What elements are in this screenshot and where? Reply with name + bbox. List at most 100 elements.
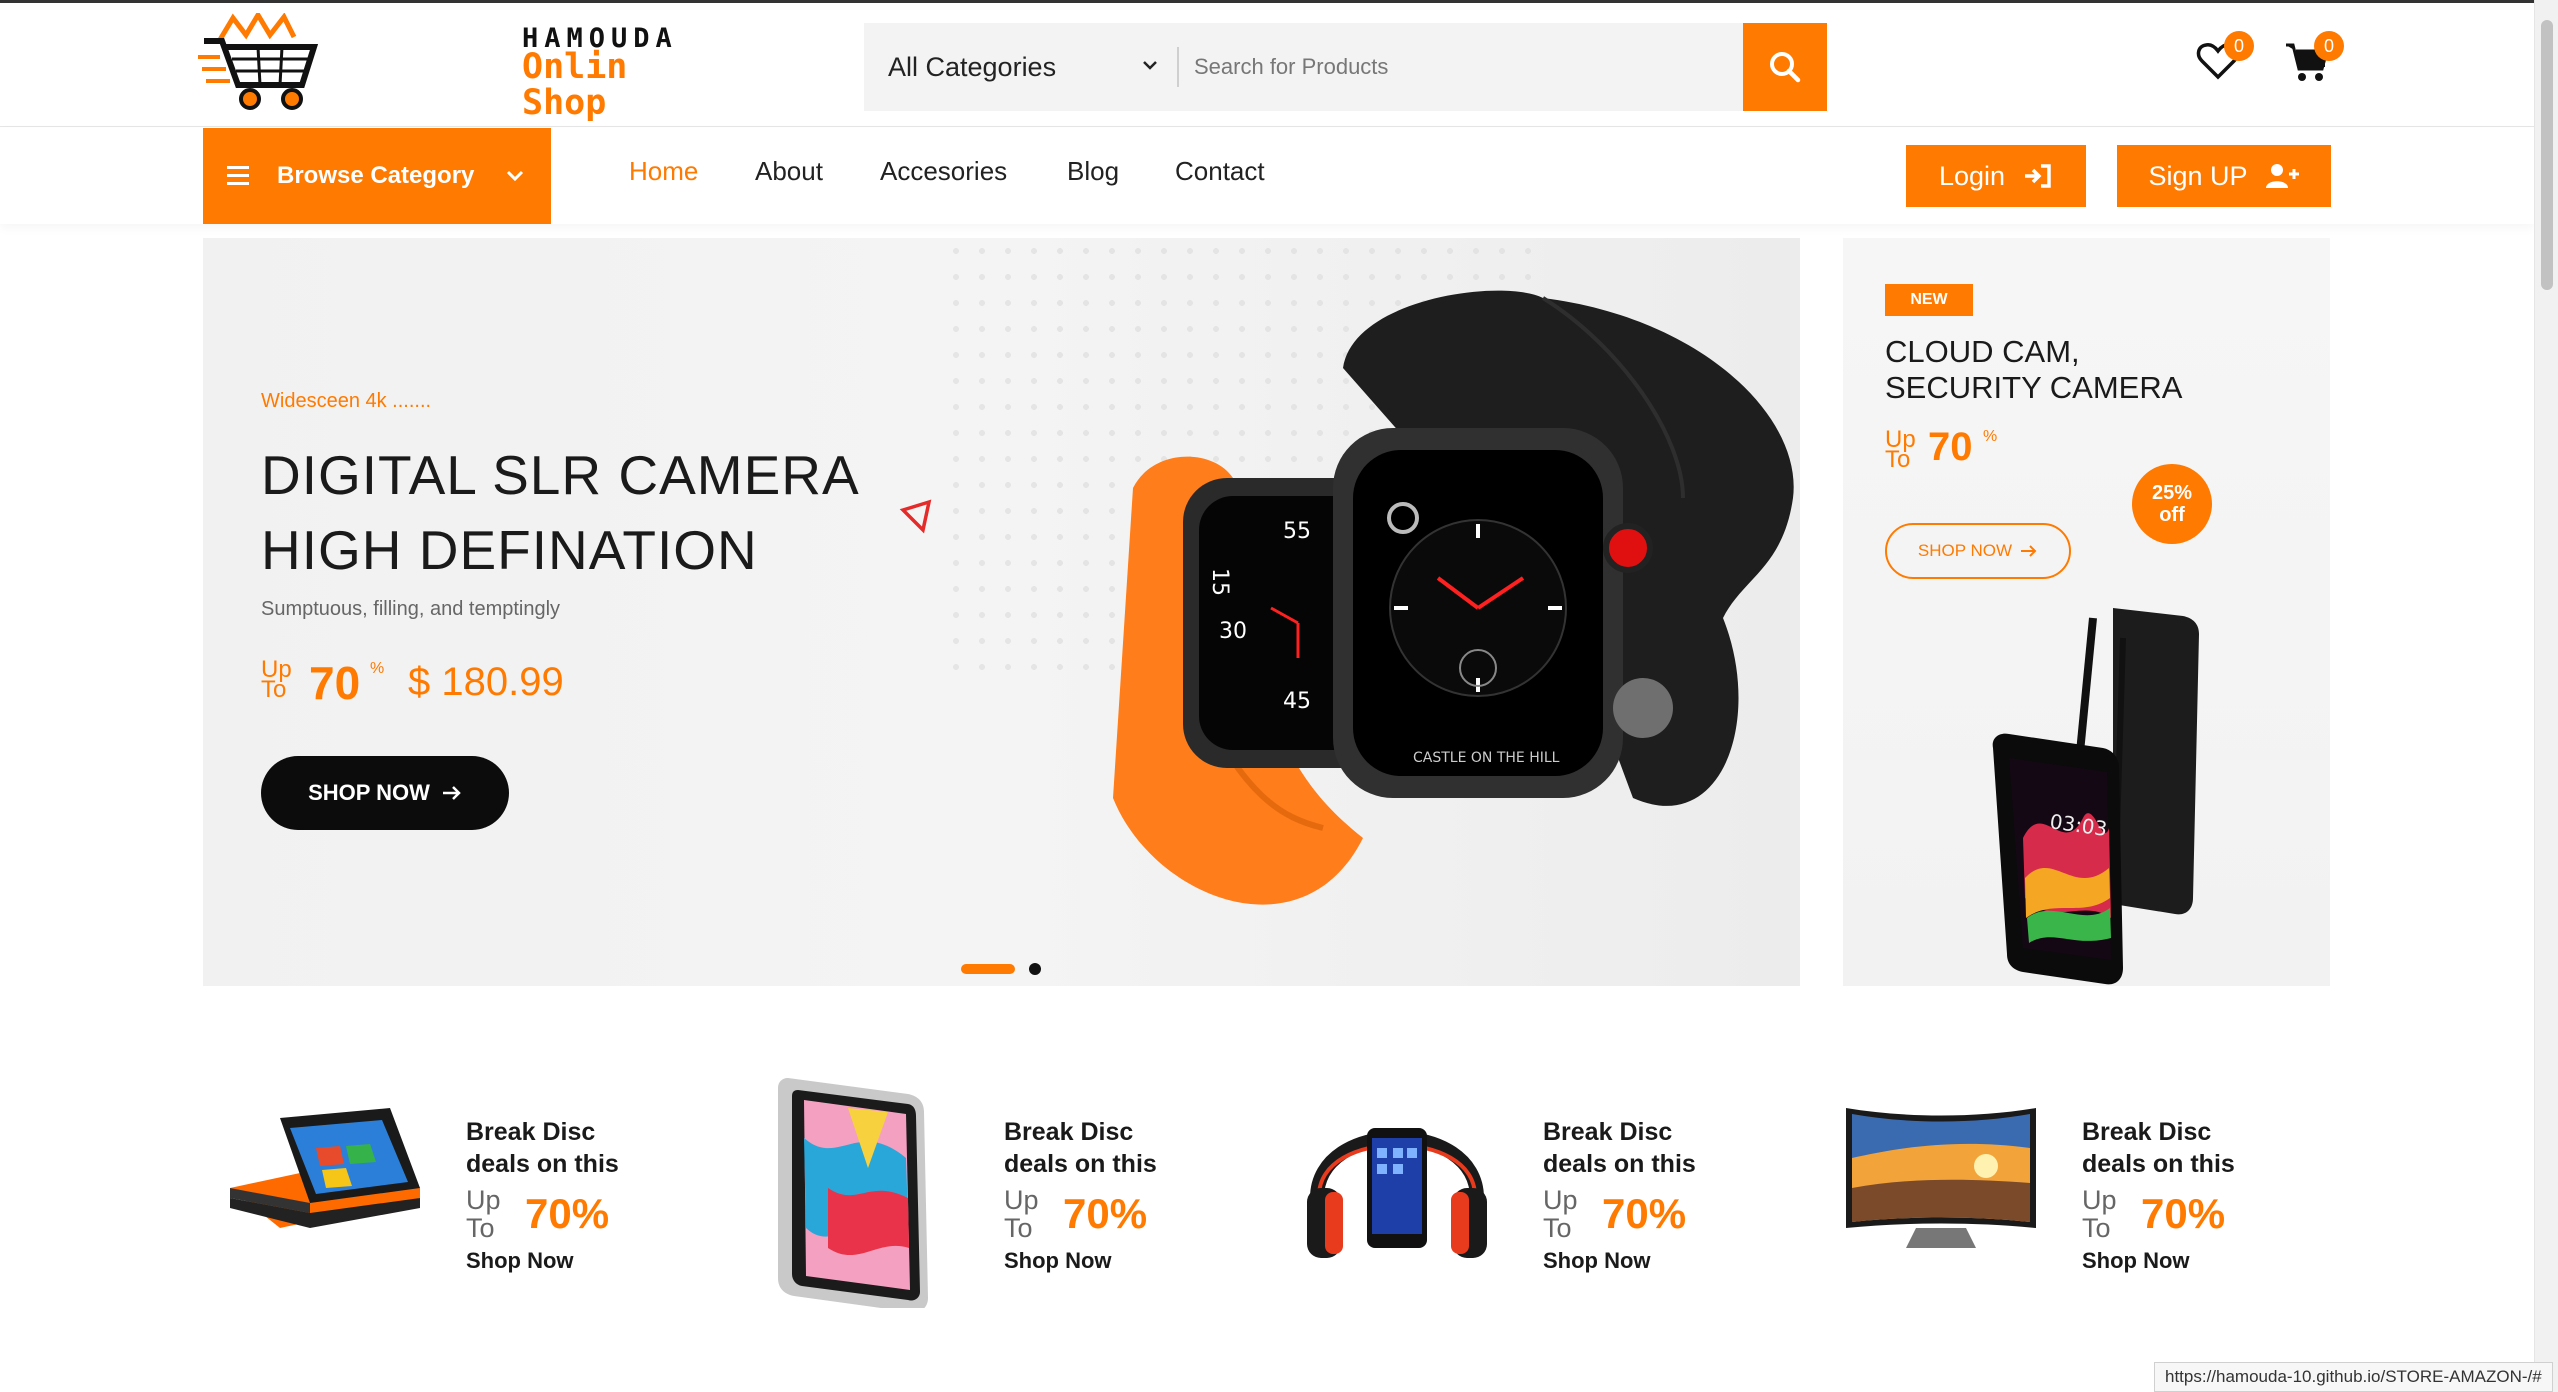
- promo-title-line1: CLOUD CAM,: [1885, 334, 2080, 369]
- deal-2-upto: Up To: [1004, 1186, 1039, 1242]
- search-button[interactable]: [1743, 23, 1827, 111]
- sign-in-icon: [2025, 164, 2051, 188]
- deal-4-up: Up: [2082, 1185, 2117, 1215]
- signup-label: Sign UP: [2148, 160, 2248, 191]
- search-divider: [1177, 47, 1179, 87]
- smartphone-image: 03:03: [1992, 608, 2199, 985]
- svg-text:30: 30: [1219, 619, 1247, 644]
- watch-face-label: CASTLE ON THE HILL: [1413, 750, 1560, 766]
- hero-percent: 70: [309, 657, 361, 709]
- promo-banner: NEW CLOUD CAM, SECURITY CAMERA Up To 70 …: [1843, 238, 2330, 986]
- hero-title-line2: HIGH DEFINATION: [261, 519, 758, 581]
- page: HAMOUDA Onlin Shop All Categories Search…: [0, 0, 2558, 1392]
- deal-2-title: Break Disc deals on this: [1004, 1116, 1157, 1180]
- deal-card-4[interactable]: Break Disc deals on this Up To 70% Shop …: [1836, 1078, 2356, 1318]
- deal-1-title-line1: Break Disc: [466, 1118, 596, 1146]
- hero-percent-sign: %: [370, 660, 385, 677]
- hero-price: $ 180.99: [408, 660, 564, 704]
- promo-title: CLOUD CAM, SECURITY CAMERA: [1885, 334, 2182, 406]
- slider-dot-2[interactable]: [1029, 963, 1041, 975]
- category-select[interactable]: All Categories: [864, 23, 1176, 111]
- search-icon: [1770, 52, 1801, 83]
- discount-badge: 25% off: [2132, 464, 2212, 544]
- hero-slider: Widesceen 4k ....... DIGITAL SLR CAMERA …: [203, 238, 1800, 986]
- tablet-image: [778, 1078, 928, 1308]
- hero-kicker: Widesceen 4k .......: [261, 390, 432, 412]
- user-plus-icon: [2265, 164, 2299, 188]
- deal-3-title-line1: Break Disc: [1543, 1118, 1673, 1146]
- promo-shop-now-button[interactable]: SHOP NOW: [1885, 523, 2071, 579]
- deal-2-shop-now-link[interactable]: Shop Now: [1004, 1248, 1112, 1274]
- deal-1-title-line2: deals on this: [466, 1150, 619, 1178]
- hero-shop-now-button[interactable]: SHOP NOW: [261, 756, 509, 830]
- top-header: HAMOUDA Onlin Shop All Categories Search…: [0, 0, 2534, 127]
- deal-card-2[interactable]: Break Disc deals on this Up To 70% Shop …: [758, 1078, 1278, 1318]
- search-bar: All Categories: [864, 23, 1827, 111]
- deal-2-up: Up: [1004, 1185, 1039, 1215]
- deal-3-percent: 70%: [1602, 1190, 1687, 1237]
- status-bar-url: https://hamouda-10.github.io/STORE-AMAZO…: [2154, 1362, 2553, 1392]
- wishlist-button[interactable]: 0: [2196, 31, 2254, 91]
- brand-line-shop: Shop: [522, 83, 607, 123]
- hero-title-line1: DIGITAL SLR CAMERA: [261, 444, 860, 506]
- smartwatch-image: 15 55 10 30 30 45: [1113, 290, 1794, 905]
- login-button[interactable]: Login: [1906, 145, 2086, 207]
- signup-button[interactable]: Sign UP: [2117, 145, 2331, 207]
- discount-badge-value: 25%: [2151, 482, 2193, 504]
- deal-3-up: Up: [1543, 1185, 1578, 1215]
- hero-subtitle: Sumptuous, filling, and temptingly: [261, 598, 561, 620]
- deal-3-title: Break Disc deals on this: [1543, 1116, 1696, 1180]
- hero-shop-now-label: SHOP NOW: [308, 780, 430, 805]
- promo-percent: 70: [1928, 425, 1973, 469]
- brand-logo[interactable]: HAMOUDA Onlin Shop: [198, 13, 672, 121]
- deal-1-to: To: [466, 1213, 495, 1243]
- deal-3-title-line2: deals on this: [1543, 1150, 1696, 1178]
- tv-image: [1846, 1108, 2036, 1248]
- deal-3-to: To: [1543, 1213, 1572, 1243]
- deal-4-upto: Up To: [2082, 1186, 2117, 1242]
- deal-3-upto: Up To: [1543, 1186, 1578, 1242]
- browse-category-button[interactable]: Browse Category: [203, 128, 551, 224]
- nav-home[interactable]: Home: [629, 156, 698, 187]
- vertical-scrollbar[interactable]: [2534, 0, 2558, 1392]
- svg-text:55: 55: [1283, 519, 1311, 544]
- promo-upto: Up To: [1885, 428, 1916, 473]
- deal-2-title-line2: deals on this: [1004, 1150, 1157, 1178]
- shopping-cart-logo-icon: [198, 13, 319, 110]
- deal-1-upto: Up To: [466, 1186, 501, 1242]
- deal-2-title-line1: Break Disc: [1004, 1118, 1134, 1146]
- slider-dot-1[interactable]: [961, 964, 1015, 974]
- nav-blog[interactable]: Blog: [1067, 156, 1119, 187]
- deal-4-title-line2: deals on this: [2082, 1150, 2235, 1178]
- brand-subtitle: Onlin Shop: [522, 49, 627, 121]
- triangle-decoration-icon: [899, 499, 932, 534]
- cart-button[interactable]: 0: [2284, 31, 2344, 91]
- nav-accesories[interactable]: Accesories: [880, 156, 1007, 187]
- deal-3-shop-now-link[interactable]: Shop Now: [1543, 1248, 1651, 1274]
- svg-text:45: 45: [1283, 689, 1311, 714]
- deal-4-title: Break Disc deals on this: [2082, 1116, 2235, 1180]
- arrow-right-icon: [442, 786, 461, 800]
- deal-card-3[interactable]: Break Disc deals on this Up To 70% Shop …: [1297, 1078, 1817, 1318]
- hero-title: DIGITAL SLR CAMERA HIGH DEFINATION: [261, 438, 860, 588]
- wishlist-count-badge: 0: [2224, 31, 2254, 61]
- deal-4-title-line1: Break Disc: [2082, 1118, 2212, 1146]
- nav-about[interactable]: About: [755, 156, 823, 187]
- discount-badge-off: off: [2159, 504, 2185, 526]
- hero-upto: Up To: [261, 658, 292, 703]
- laptop-image: [230, 1108, 420, 1228]
- deal-card-1[interactable]: Break Disc deals on this Up To 70% Shop …: [220, 1078, 740, 1318]
- hero-to: To: [261, 676, 287, 703]
- arrow-right-icon: [2021, 545, 2037, 557]
- deal-2-to: To: [1004, 1213, 1033, 1243]
- search-input[interactable]: [1194, 23, 1694, 111]
- deal-2-percent: 70%: [1063, 1190, 1148, 1237]
- browse-category-label: Browse Category: [277, 162, 475, 189]
- deal-4-shop-now-link[interactable]: Shop Now: [2082, 1248, 2190, 1274]
- deal-4-to: To: [2082, 1213, 2111, 1243]
- chevron-down-icon: [1143, 61, 1157, 70]
- promo-to: To: [1885, 446, 1911, 473]
- nav-contact[interactable]: Contact: [1175, 156, 1265, 187]
- scrollbar-thumb[interactable]: [2541, 20, 2553, 290]
- deal-1-shop-now-link[interactable]: Shop Now: [466, 1248, 574, 1274]
